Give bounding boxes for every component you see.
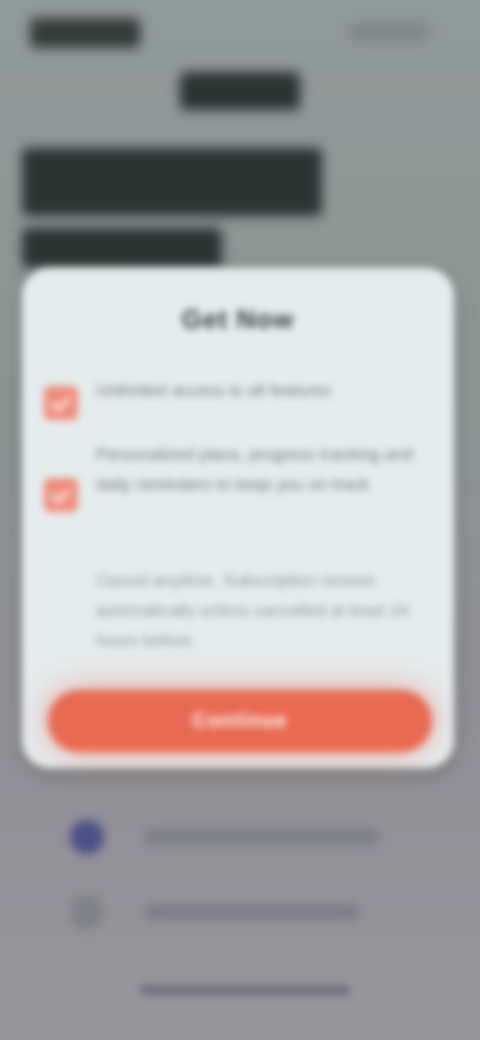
- check-icon: [44, 386, 78, 420]
- benefit-item: Unlimited access to all features: [44, 376, 432, 420]
- radio-icon: [70, 895, 104, 929]
- list-item-label: [144, 829, 380, 845]
- continue-button[interactable]: Continue: [48, 690, 432, 752]
- list-item-label: [144, 904, 360, 920]
- logo: [180, 72, 300, 110]
- check-icon: [44, 478, 78, 512]
- page-heading: [22, 148, 322, 216]
- back-button[interactable]: [30, 18, 140, 48]
- list-item[interactable]: [70, 895, 380, 929]
- benefit-text: Personalized plans, progress tracking an…: [96, 445, 413, 494]
- benefit-item: Personalized plans, progress tracking an…: [44, 440, 432, 512]
- modal-title: Get Now: [181, 304, 295, 334]
- subscription-note: Cancel anytime. Subscription renews auto…: [96, 571, 409, 650]
- benefit-text: Unlimited access to all features: [96, 381, 332, 400]
- status-indicators: [350, 24, 430, 40]
- list-item[interactable]: [70, 820, 380, 854]
- radio-icon: [70, 820, 104, 854]
- home-indicator: [140, 985, 350, 995]
- page-subheading: [22, 228, 222, 268]
